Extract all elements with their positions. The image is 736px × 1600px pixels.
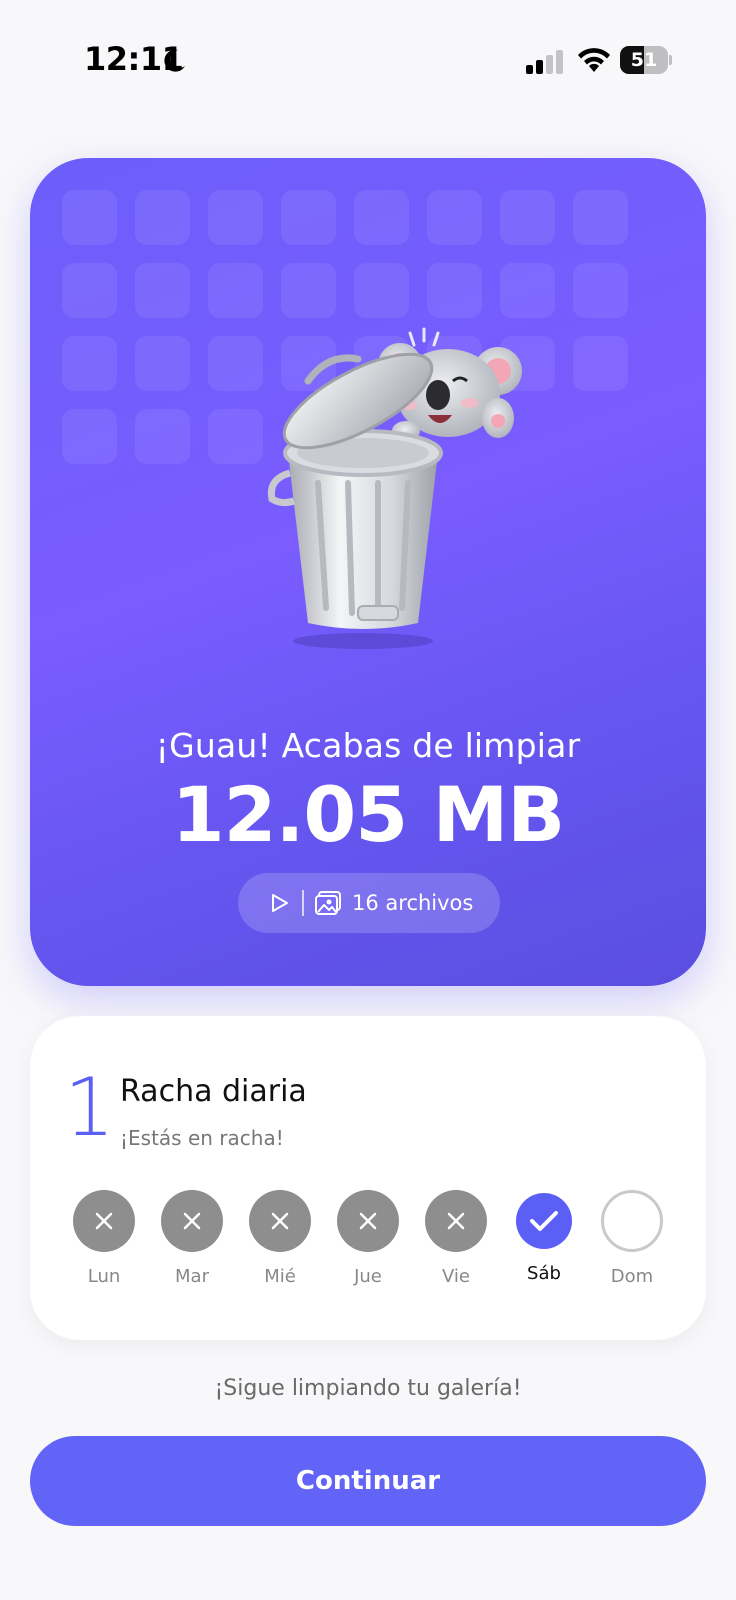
pill-divider: [302, 890, 304, 916]
day-vie: Vie: [424, 1190, 488, 1287]
status-bar: 12:11 51: [0, 0, 736, 120]
decorative-tile: [62, 336, 117, 391]
day-label: Mié: [264, 1266, 296, 1287]
day-label: Sáb: [527, 1263, 561, 1284]
cleaned-files-pill[interactable]: 16 archivos: [238, 873, 500, 933]
day-dom: Dom: [600, 1190, 664, 1287]
daily-streak-card: 1 Racha diaria ¡Estás en racha! Lun Mar …: [30, 1016, 706, 1340]
missed-x-icon: [425, 1190, 487, 1252]
streak-subtitle: ¡Estás en racha!: [120, 1126, 284, 1150]
day-mar: Mar: [160, 1190, 224, 1287]
day-label: Jue: [354, 1266, 382, 1287]
pending-day-circle: [601, 1190, 663, 1252]
decorative-tile: [62, 263, 117, 318]
cellular-signal-icon: [526, 50, 563, 74]
decorative-tile: [427, 263, 482, 318]
moon-icon: [164, 49, 185, 72]
battery-icon: 51: [620, 46, 672, 74]
missed-x-icon: [249, 1190, 311, 1252]
day-label: Mar: [175, 1266, 209, 1287]
koala-trash-can-illustration: [267, 327, 522, 649]
wifi-icon: [578, 48, 610, 72]
continue-button[interactable]: Continuar: [30, 1436, 706, 1526]
decorative-tile: [573, 190, 628, 245]
decorative-tile: [135, 263, 190, 318]
decorative-tile: [427, 190, 482, 245]
decorative-tile: [281, 190, 336, 245]
decorative-tile: [354, 190, 409, 245]
day-jue: Jue: [336, 1190, 400, 1287]
day-mie: Mié: [248, 1190, 312, 1287]
cleanup-result-card: ¡Guau! Acabas de limpiar 12.05 MB 16 arc…: [30, 158, 706, 986]
streak-count: 1: [64, 1061, 115, 1154]
decorative-tile: [573, 336, 628, 391]
missed-x-icon: [161, 1190, 223, 1252]
decorative-tile: [500, 190, 555, 245]
decorative-tile: [573, 263, 628, 318]
decorative-tile: [135, 190, 190, 245]
files-count: 16 archivos: [352, 891, 474, 915]
decorative-tile: [135, 409, 190, 464]
hero-subtitle: ¡Guau! Acabas de limpiar: [155, 726, 581, 765]
day-sab: Sáb: [512, 1190, 576, 1284]
day-label: Lun: [87, 1266, 121, 1287]
decorative-tile: [354, 263, 409, 318]
play-icon: [272, 894, 288, 912]
missed-x-icon: [73, 1190, 135, 1252]
decorative-tile: [208, 190, 263, 245]
encouragement-text: ¡Sigue limpiando tu galería!: [214, 1376, 522, 1401]
decorative-tile: [135, 336, 190, 391]
gallery-icon: [315, 891, 341, 915]
decorative-tile: [62, 190, 117, 245]
decorative-tile: [281, 263, 336, 318]
day-label: Vie: [442, 1266, 470, 1287]
decorative-tile: [208, 263, 263, 318]
day-lun: Lun: [72, 1190, 136, 1287]
weekday-tracker: Lun Mar Mié Jue Vie Sáb Dom: [72, 1190, 672, 1310]
battery-level: 51: [630, 49, 658, 71]
checkmark-icon: [516, 1193, 572, 1249]
cleaned-amount: 12.05 MB: [171, 770, 565, 859]
streak-title: Racha diaria: [120, 1074, 307, 1109]
decorative-tile: [500, 263, 555, 318]
missed-x-icon: [337, 1190, 399, 1252]
decorative-tile: [62, 409, 117, 464]
day-label: Dom: [610, 1266, 654, 1287]
